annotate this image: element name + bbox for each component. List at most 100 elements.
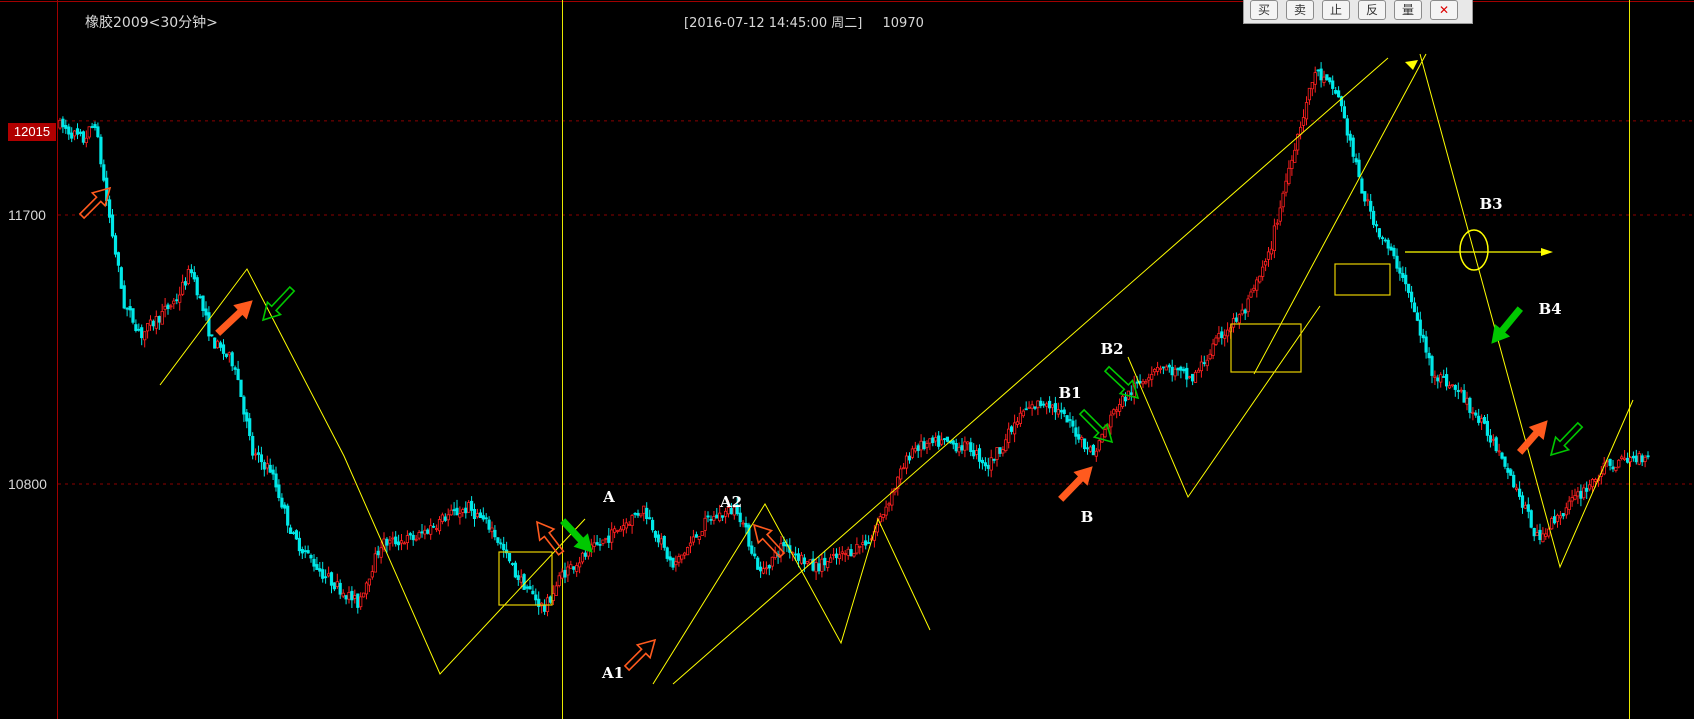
candle-body: [648, 517, 652, 520]
candle-body: [239, 379, 243, 398]
candle-body: [1310, 82, 1314, 90]
candle-body: [1398, 267, 1402, 274]
candle-body: [1617, 459, 1621, 468]
candle-body: [910, 448, 915, 458]
candle-body: [446, 514, 450, 521]
candle-body: [119, 267, 123, 289]
candle-body: [1550, 518, 1554, 530]
candle-body: [709, 519, 713, 521]
candle-body: [934, 437, 938, 442]
candle-body: [467, 502, 471, 513]
y-axis-label-11700: 11700: [8, 207, 46, 223]
y-axis-label-10800: 10800: [8, 476, 47, 492]
candle-body: [464, 507, 468, 514]
candle-body: [1258, 275, 1262, 283]
candle-body: [1515, 487, 1519, 490]
candle-body: [186, 268, 190, 284]
candle-body: [1477, 415, 1481, 423]
candle-body: [601, 539, 605, 544]
candle-body: [1050, 404, 1055, 408]
candle-body: [163, 305, 167, 310]
candle-body: [178, 294, 182, 303]
candle-body: [662, 536, 666, 548]
candle-body: [391, 537, 395, 540]
candle-body: [1372, 210, 1376, 225]
candle-body: [744, 523, 748, 528]
candle-body: [1097, 440, 1101, 451]
candle-body: [131, 308, 135, 323]
candle-body: [1407, 283, 1411, 293]
candle-body: [370, 571, 374, 578]
candle-body: [1129, 392, 1133, 395]
candle-body: [855, 544, 859, 554]
candle-body: [1351, 137, 1355, 157]
stop-button[interactable]: 止: [1322, 0, 1350, 20]
candle-body: [1500, 452, 1504, 459]
candle-body: [1620, 456, 1624, 459]
candle-body: [560, 571, 564, 579]
candle-body: [1237, 314, 1241, 324]
candle-body: [1503, 456, 1507, 467]
candle-body: [1010, 426, 1014, 432]
candle-body: [1202, 362, 1206, 365]
candle-body: [624, 522, 628, 529]
reverse-button[interactable]: 反: [1358, 0, 1386, 20]
candle-body: [1538, 529, 1542, 540]
candle-body: [1412, 302, 1417, 313]
candle-body: [78, 131, 82, 135]
candle-body: [1007, 428, 1011, 443]
candle-body: [1520, 495, 1525, 508]
candle-body: [1415, 312, 1419, 321]
candle-body: [1080, 436, 1084, 440]
candle-body: [1637, 453, 1641, 465]
candle-body: [592, 542, 596, 547]
candle-body: [557, 575, 561, 586]
candle-body: [691, 536, 696, 543]
candle-body: [1383, 239, 1387, 242]
candle-body: [405, 535, 410, 543]
candle-body: [764, 567, 769, 570]
buy-button[interactable]: 买: [1250, 0, 1278, 20]
candle-body: [1039, 400, 1043, 407]
candle-body: [1179, 366, 1183, 371]
candle-body: [992, 458, 996, 461]
candle-body: [1558, 515, 1562, 519]
candle-body: [245, 412, 249, 422]
candle-body: [919, 440, 923, 451]
sell-button[interactable]: 卖: [1286, 0, 1314, 20]
candle-body: [1424, 336, 1428, 353]
candle-body: [1094, 450, 1098, 457]
candle-body: [1590, 478, 1595, 488]
candle-body: [61, 118, 65, 128]
candle-body: [1188, 376, 1192, 379]
candle-body: [1433, 375, 1437, 378]
candle-body: [1249, 291, 1253, 298]
candle-body: [1004, 439, 1008, 451]
volume-button[interactable]: 量: [1394, 0, 1422, 20]
candle-body: [1164, 366, 1168, 371]
candle-body: [350, 590, 354, 601]
candle-body: [1360, 178, 1364, 194]
candle-body: [957, 446, 961, 453]
candle-body: [867, 542, 871, 544]
candle-body: [1579, 490, 1583, 499]
candle-body: [864, 540, 868, 546]
candle-body: [227, 352, 231, 356]
candle-body: [262, 462, 266, 470]
candle-body: [347, 592, 351, 600]
candle-body: [204, 308, 208, 316]
candle-body: [1363, 191, 1367, 202]
candle-body: [718, 512, 722, 522]
candle-body: [1214, 337, 1218, 345]
candle-body: [1074, 427, 1078, 437]
candle-body: [1445, 374, 1449, 387]
candle-body: [1001, 449, 1005, 454]
candle-body: [99, 136, 103, 165]
close-icon[interactable]: ✕: [1430, 0, 1458, 20]
candle-body: [1015, 421, 1020, 425]
candle-body: [338, 582, 342, 595]
candle-body: [215, 340, 220, 349]
candle-body: [522, 574, 526, 590]
candle-body: [461, 509, 465, 513]
sell-signal-arrow: [1491, 306, 1524, 344]
